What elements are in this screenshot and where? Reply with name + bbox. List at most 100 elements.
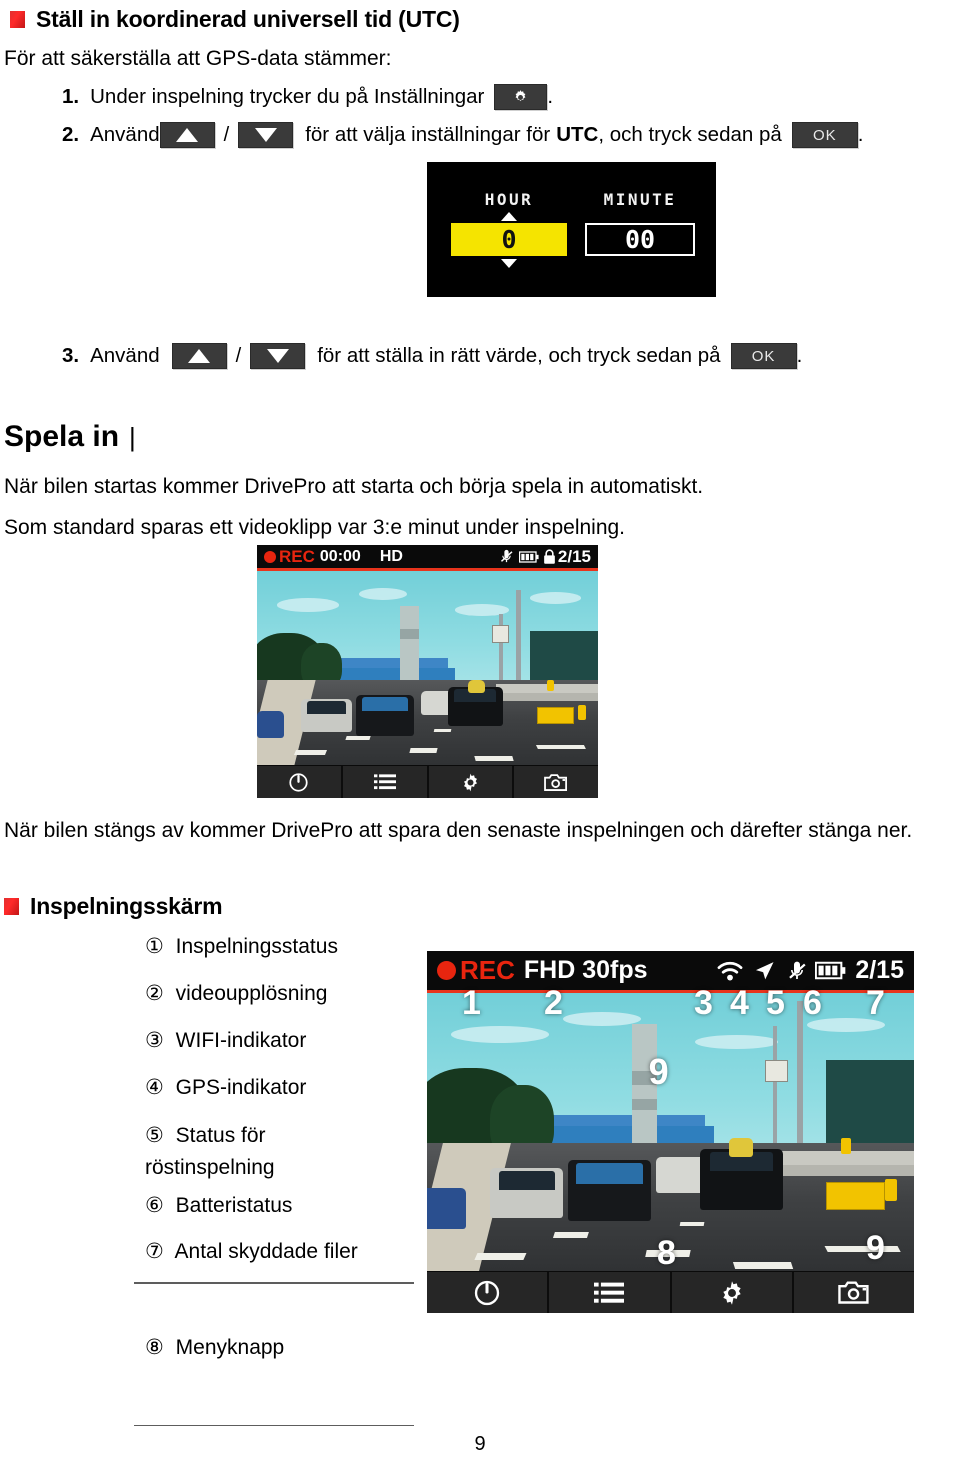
car-window bbox=[361, 697, 409, 712]
section-heading-screen-text: Inspelningsskärm bbox=[30, 893, 223, 919]
up-arrow-button[interactable] bbox=[159, 122, 215, 148]
down-arrow-button-step3[interactable] bbox=[250, 343, 306, 369]
menu-button[interactable] bbox=[342, 766, 429, 798]
separator-slash: / bbox=[223, 123, 230, 146]
caret-up-icon[interactable] bbox=[501, 212, 517, 221]
legend-number: ⑧ bbox=[145, 1336, 164, 1359]
wifi-icon bbox=[717, 961, 743, 980]
legend-label: Status för bbox=[175, 1123, 266, 1147]
lane-marking bbox=[824, 1246, 901, 1252]
divider-bottom bbox=[134, 1425, 414, 1426]
battery-icon bbox=[815, 961, 846, 980]
legend-item-1: ① Inspelningsstatus bbox=[145, 935, 435, 959]
settings-button[interactable] bbox=[671, 1272, 794, 1313]
down-arrow-button[interactable] bbox=[238, 122, 294, 148]
legend-label: Inspelningsstatus bbox=[175, 935, 338, 958]
legend-label: WIFI-indikator bbox=[175, 1029, 307, 1053]
callout-9-scene: 9 bbox=[648, 1051, 669, 1093]
car bbox=[301, 699, 353, 732]
cloud bbox=[277, 598, 339, 612]
camera-icon bbox=[838, 1281, 869, 1304]
section-heading-record-text: Spela in bbox=[4, 420, 120, 453]
divider-top bbox=[134, 1282, 414, 1284]
cloud bbox=[359, 588, 408, 601]
legend-number: ① bbox=[145, 935, 164, 958]
step-2-number: 2. bbox=[62, 123, 80, 146]
page-number: 9 bbox=[474, 1433, 486, 1455]
settings-button[interactable] bbox=[428, 766, 515, 798]
pole bbox=[499, 613, 503, 684]
guardrail bbox=[777, 1165, 914, 1177]
cloud bbox=[529, 592, 581, 604]
ok-button-step3[interactable]: OK bbox=[730, 343, 797, 369]
car bbox=[490, 1168, 564, 1219]
step-3: 3. Använd / för att ställa in rätt värde… bbox=[62, 343, 802, 369]
rec-dot-icon bbox=[264, 550, 276, 563]
pole bbox=[797, 1001, 804, 1146]
guardrail bbox=[502, 693, 598, 701]
step-2-text-after: , och tryck sedan på bbox=[598, 123, 782, 146]
section-heading-record: Spela in | bbox=[4, 420, 136, 454]
step-2-period: . bbox=[857, 123, 864, 146]
legend-number: ④ bbox=[145, 1076, 164, 1100]
camera-icon bbox=[544, 773, 568, 791]
red-square-bullet-icon bbox=[10, 11, 25, 28]
mic-muted-icon bbox=[789, 961, 806, 979]
legend-label: GPS-indikator bbox=[175, 1076, 307, 1100]
legend-item-5-continued: röstinspelning bbox=[145, 1156, 435, 1180]
up-arrow-button-step3[interactable] bbox=[171, 343, 227, 369]
cam-small-toolbar bbox=[257, 765, 598, 798]
legend-number: ③ bbox=[145, 1029, 164, 1053]
step-1-period: . bbox=[547, 85, 554, 108]
step-3-period: . bbox=[796, 344, 803, 367]
utc-time-setting-screen: HOUR 0 MINUTE 00 bbox=[427, 162, 716, 297]
separator-slash-step3: / bbox=[235, 344, 242, 367]
hour-column: HOUR 0 bbox=[451, 190, 567, 268]
protected-file-count: 2/15 bbox=[855, 956, 904, 984]
caret-down-icon[interactable] bbox=[501, 259, 517, 268]
settings-gear-icon bbox=[722, 1280, 741, 1305]
power-button[interactable] bbox=[427, 1272, 550, 1313]
legend-item-7: ⑦ Antal skyddade filer bbox=[145, 1240, 435, 1264]
settings-gear-button[interactable] bbox=[494, 84, 548, 110]
pole bbox=[516, 590, 521, 684]
cloud bbox=[451, 1026, 549, 1044]
rec-timer: 00:00 bbox=[319, 547, 361, 565]
hour-value-field[interactable]: 0 bbox=[451, 223, 567, 256]
gps-arrow-icon bbox=[756, 962, 774, 980]
cam-small-status-bar: REC 00:00 HD 2/15 bbox=[257, 545, 598, 571]
power-icon bbox=[474, 1280, 500, 1305]
menu-button[interactable] bbox=[549, 1272, 672, 1313]
menu-icon bbox=[373, 774, 396, 790]
power-button[interactable] bbox=[257, 766, 343, 798]
minute-caret-spacer bbox=[585, 209, 695, 223]
callout-2: 2 bbox=[544, 984, 563, 1022]
red-square-bullet-icon bbox=[4, 898, 19, 915]
rec-dot-icon bbox=[437, 961, 456, 980]
road-worker bbox=[884, 1179, 897, 1202]
snapshot-button[interactable] bbox=[793, 1272, 914, 1313]
right-structure bbox=[529, 631, 598, 680]
rec-label: REC bbox=[460, 955, 515, 985]
screen-legend-list: ① Inspelningsstatus ② videoupplösning ③ … bbox=[145, 935, 435, 1287]
minute-column: MINUTE 00 bbox=[585, 190, 695, 256]
video-resolution: FHD 30fps bbox=[523, 956, 648, 984]
lane-marking bbox=[474, 756, 514, 762]
snapshot-button[interactable] bbox=[514, 766, 598, 798]
car-window bbox=[499, 1171, 555, 1191]
legend-label: Batteristatus bbox=[175, 1193, 293, 1217]
legend-item-2: ② videoupplösning bbox=[145, 982, 435, 1006]
step-1-number: 1. bbox=[62, 85, 80, 108]
step-3-text-before: Använd bbox=[90, 344, 160, 367]
road-worker bbox=[577, 704, 587, 721]
legend-label: videoupplösning bbox=[175, 982, 328, 1006]
lane-marking bbox=[535, 745, 586, 750]
cam-large-toolbar bbox=[427, 1271, 914, 1313]
step-1: 1. Under inspelning trycker du på Instäl… bbox=[62, 84, 553, 110]
minute-value-field[interactable]: 00 bbox=[585, 223, 695, 256]
ok-button-label: OK bbox=[812, 126, 837, 144]
section-heading-utc-text: Ställ in koordinerad universell tid (UTC… bbox=[36, 6, 460, 32]
legend-item-3: ③ WIFI-indikator bbox=[145, 1029, 435, 1053]
ok-button[interactable]: OK bbox=[791, 122, 858, 148]
legend-label: Antal skyddade filer bbox=[174, 1239, 358, 1263]
